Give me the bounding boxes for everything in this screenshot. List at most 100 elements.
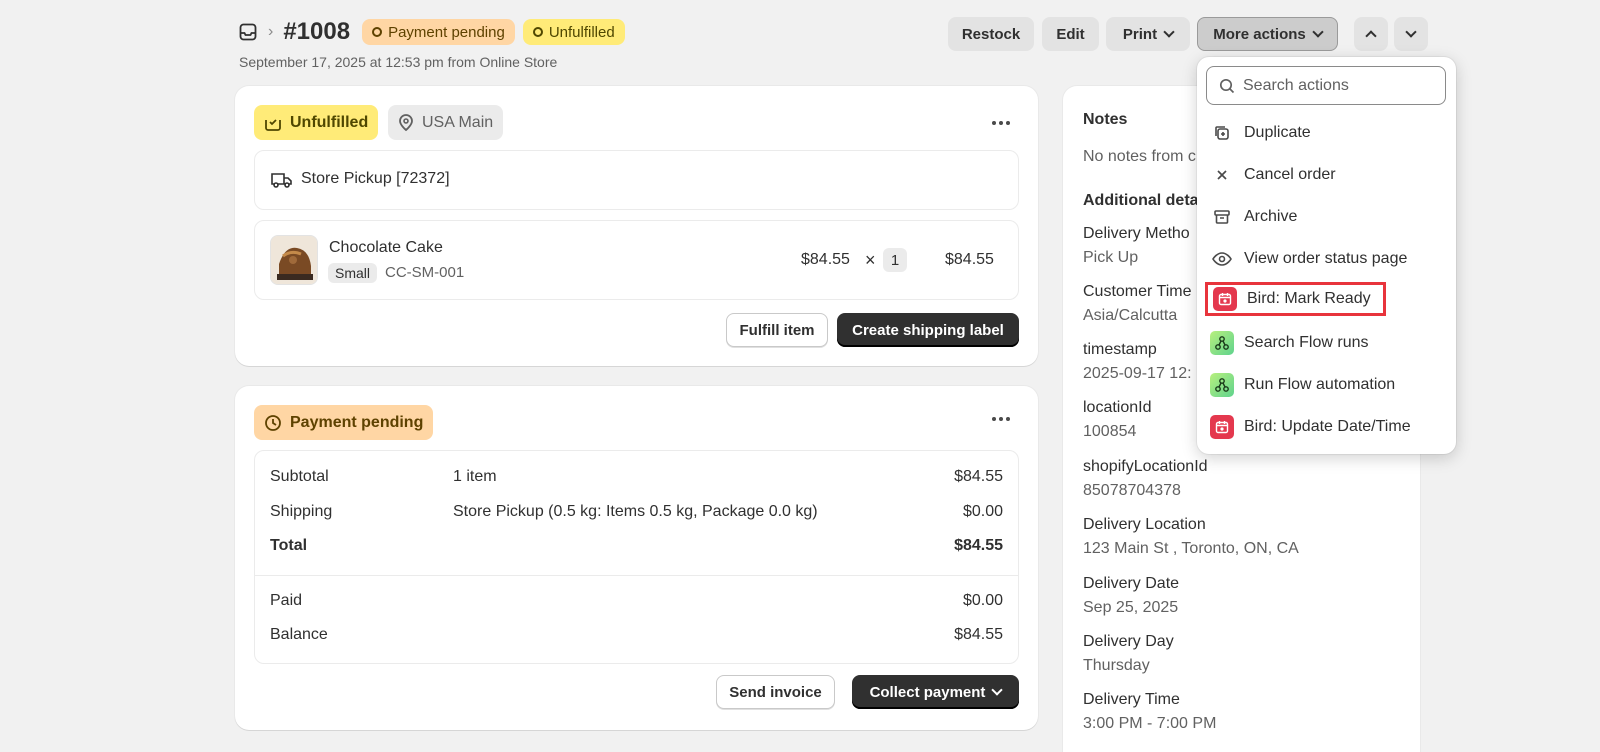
more-actions-button[interactable]: More actions xyxy=(1197,17,1338,51)
edit-label: Edit xyxy=(1056,25,1085,43)
bird-app-icon xyxy=(1213,287,1237,311)
close-icon xyxy=(1210,163,1234,187)
archive-icon xyxy=(1210,205,1234,229)
chevron-down-icon xyxy=(991,684,1004,696)
order-header: › #1008 Payment pending Unfulfilled xyxy=(238,18,625,46)
collect-payment-button[interactable]: Collect payment xyxy=(852,675,1019,709)
flow-app-icon xyxy=(1210,331,1234,355)
unfulfilled-label: Unfulfilled xyxy=(290,113,369,131)
next-order-button[interactable] xyxy=(1394,17,1428,51)
bird-app-icon xyxy=(1210,415,1234,439)
collect-payment-label: Collect payment xyxy=(869,683,986,701)
line-total: $84.55 xyxy=(945,251,994,268)
field-label: Delivery Date xyxy=(1083,575,1180,592)
field-value: 85078704378 xyxy=(1083,482,1181,499)
fulfill-item-label: Fulfill item xyxy=(739,321,815,339)
menu-item-label: Bird: Update Date/Time xyxy=(1244,418,1411,435)
field-label: Delivery Metho xyxy=(1083,225,1190,242)
pending-ring-icon xyxy=(532,27,543,37)
location-pin-icon xyxy=(399,113,413,131)
menu-item-label: Archive xyxy=(1244,208,1298,225)
unfulfilled-badge: Unfulfilled xyxy=(254,105,379,140)
field-value: 2025-09-17 12: xyxy=(1083,365,1192,382)
fulfill-item-button[interactable]: Fulfill item xyxy=(726,313,828,347)
menu-item-label: Search Flow runs xyxy=(1244,334,1369,351)
delivery-method-box: Store Pickup [72372] xyxy=(254,150,1019,210)
notes-title: Notes xyxy=(1083,111,1128,128)
field-value: 100854 xyxy=(1083,423,1137,440)
menu-item-view-order-status[interactable]: View order status page xyxy=(1210,245,1407,273)
menu-item-run-flow-automation[interactable]: Run Flow automation xyxy=(1210,371,1395,399)
search-actions-field[interactable] xyxy=(1206,66,1446,105)
menu-item-duplicate[interactable]: Duplicate xyxy=(1210,119,1311,147)
menu-item-bird-mark-ready[interactable]: Bird: Mark Ready xyxy=(1205,282,1386,316)
total-label: Total xyxy=(270,537,308,554)
fulfillment-more-icon[interactable] xyxy=(992,121,1010,125)
payment-pending-badge: Payment pending xyxy=(254,405,434,440)
product-name[interactable]: Chocolate Cake xyxy=(329,239,443,257)
restock-button[interactable]: Restock xyxy=(948,17,1034,51)
field-label: Customer Time xyxy=(1083,283,1192,300)
menu-item-cancel-order[interactable]: Cancel order xyxy=(1210,161,1336,189)
flow-app-icon xyxy=(1210,373,1234,397)
line-item-box: Chocolate Cake Small CC-SM-001 $84.55 × … xyxy=(254,220,1019,300)
payment-status-badge: Payment pending xyxy=(362,19,515,45)
variant-badge: Small xyxy=(328,263,378,283)
page-title: #1008 xyxy=(283,18,351,45)
location-badge: USA Main xyxy=(388,105,504,140)
shipping-label: Shipping xyxy=(270,503,333,520)
edit-button[interactable]: Edit xyxy=(1042,17,1099,51)
menu-item-search-flow-runs[interactable]: Search Flow runs xyxy=(1210,329,1369,357)
product-sku: CC-SM-001 xyxy=(385,264,465,281)
chevron-up-icon xyxy=(1365,30,1377,42)
payment-pending-label: Payment pending xyxy=(290,413,424,431)
field-label: Delivery Day xyxy=(1083,633,1174,650)
fulfillment-status-badge: Unfulfilled xyxy=(522,19,625,45)
orders-inbox-icon[interactable] xyxy=(238,22,258,42)
chevron-down-icon xyxy=(1405,26,1417,38)
total-amount: $84.55 xyxy=(954,537,1003,554)
additional-details-title: Additional deta xyxy=(1083,192,1199,209)
field-value: Pick Up xyxy=(1083,249,1139,266)
field-value: Sep 25, 2025 xyxy=(1083,599,1179,616)
search-icon xyxy=(1219,78,1235,93)
chevron-down-icon xyxy=(1312,26,1324,38)
eye-icon xyxy=(1210,247,1234,271)
menu-item-bird-update-date-time[interactable]: Bird: Update Date/Time xyxy=(1210,413,1411,441)
subtotal-detail: 1 item xyxy=(453,468,497,485)
field-label: Delivery Time xyxy=(1083,691,1180,708)
previous-order-button[interactable] xyxy=(1354,17,1388,51)
create-shipping-label-button[interactable]: Create shipping label xyxy=(837,313,1019,347)
payment-summary-box: Subtotal 1 item $84.55 Shipping Store Pi… xyxy=(254,450,1019,664)
field-label: locationId xyxy=(1083,399,1152,416)
field-value: Asia/Calcutta xyxy=(1083,307,1178,324)
field-value: Thursday xyxy=(1083,657,1150,674)
payment-more-icon[interactable] xyxy=(992,417,1010,421)
send-invoice-button[interactable]: Send invoice xyxy=(716,675,835,709)
pending-ring-icon xyxy=(372,27,383,37)
print-button[interactable]: Print xyxy=(1106,17,1190,51)
notes-text: No notes from c xyxy=(1083,148,1196,165)
clock-icon xyxy=(265,414,281,431)
send-invoice-label: Send invoice xyxy=(729,683,822,701)
truck-icon xyxy=(271,173,292,188)
duplicate-icon xyxy=(1210,121,1234,145)
menu-item-label: Run Flow automation xyxy=(1244,376,1396,393)
restock-label: Restock xyxy=(961,25,1021,43)
fulfillment-icon xyxy=(265,118,281,131)
balance-amount: $84.55 xyxy=(954,626,1003,643)
product-thumbnail[interactable] xyxy=(270,235,318,285)
paid-amount: $0.00 xyxy=(962,592,1003,609)
menu-item-label: Cancel order xyxy=(1244,166,1336,183)
balance-label: Balance xyxy=(270,626,328,643)
unit-price: $84.55 xyxy=(801,251,850,268)
menu-item-archive[interactable]: Archive xyxy=(1210,203,1297,231)
subtotal-amount: $84.55 xyxy=(954,468,1003,485)
create-shipping-label-label: Create shipping label xyxy=(852,321,1004,339)
location-label: USA Main xyxy=(422,113,494,131)
search-actions-input[interactable] xyxy=(1243,76,1433,95)
fulfillment-card: Unfulfilled USA Main Store Pickup [72372… xyxy=(235,86,1038,366)
shipping-detail: Store Pickup (0.5 kg: Items 0.5 kg, Pack… xyxy=(453,503,818,520)
shipping-amount: $0.00 xyxy=(962,503,1003,520)
badge-label: Payment pending xyxy=(388,23,505,41)
